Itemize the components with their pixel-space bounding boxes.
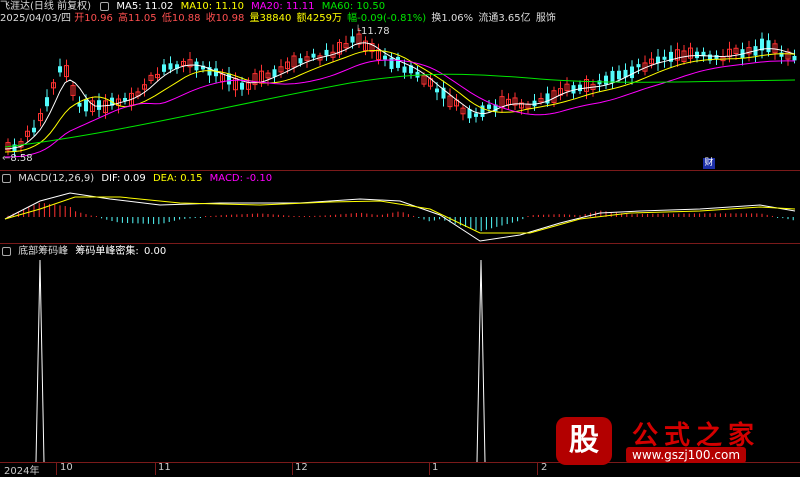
macd-chart[interactable] [0,185,800,243]
indicator-line-name: 筹码单峰密集: [75,246,139,257]
macd-value: MACD: -0.10 [209,173,273,184]
candle-body [396,56,400,68]
candle-body [604,75,608,85]
candle-body [435,88,439,93]
candle-body [766,40,771,53]
quote-float-value: 流通3.65亿 [478,13,531,24]
ma10-legend: MA10: 11.10 [180,1,244,12]
candle-body [662,56,667,60]
candle-body [610,70,615,83]
indicator-value: 0.00 [143,246,167,257]
chart-title[interactable]: 飞涯达(日线 前复权) [0,1,91,12]
indicator-title[interactable]: 底部筹码峰 [18,246,68,257]
xaxis-tick [155,463,156,475]
quote-row: 2025/04/03/四 开10.96 高11.05 低10.88 收10.98… [0,12,560,25]
dea-line [4,196,796,234]
financial-report-badge[interactable]: 财 [703,158,715,169]
candle-body [227,73,231,85]
dif-line [4,192,796,242]
ma20-line [4,59,796,158]
settings-square-icon[interactable] [2,246,11,256]
xaxis-label: 1 [432,462,439,473]
candle-body [77,102,82,107]
xaxis-label: 12 [295,462,308,473]
candle-body [630,66,634,79]
candle-body [58,66,62,73]
candle-body [383,55,387,60]
candle-body [194,61,199,71]
macd-header: MACD(12,26,9) DIF: 0.09 DEA: 0.15 MACD: … [0,172,276,185]
ma60-line [4,73,796,148]
quote-volume: 量38840 [249,13,292,24]
candle-body [32,127,36,133]
macd-title[interactable]: MACD(12,26,9) [18,173,94,184]
indicator-header: 底部筹码峰 筹码单峰密集: 0.00 [0,245,170,258]
candle-body [272,69,277,77]
chip-peak-spike [35,259,45,463]
candle-body [656,56,660,64]
ma5-legend: MA5: 11.02 [116,1,174,12]
candlestick-chart[interactable] [0,25,800,170]
candle-body [168,63,173,70]
candle-body [636,64,641,68]
macd-dea: DEA: 0.15 [152,173,203,184]
candle-body [792,55,797,61]
candle-body [617,70,621,80]
candle-body [578,84,582,92]
quote-low: 低10.88 [161,13,201,24]
ma20-legend: MA20: 11.11 [251,1,315,12]
settings-square-icon[interactable] [2,173,11,183]
chip-peak-spike [476,259,486,463]
xaxis-tick [429,463,430,475]
candle-body [402,66,407,73]
high-price-marker: └11.78 [355,26,390,37]
xaxis-label: 2 [541,462,548,473]
candle-body [240,82,244,90]
quote-sector[interactable]: 服饰 [536,13,556,24]
quote-turnover: 换1.06% [431,13,474,24]
xaxis-tick [292,463,293,475]
ma60-legend: MA60: 10.50 [321,1,386,12]
candle-body [97,100,101,110]
candle-body [311,53,316,58]
xaxis-tick [56,463,57,475]
candle-body [350,36,355,43]
candle-body [84,99,88,112]
quote-high: 高11.05 [118,13,157,24]
watermark-url: www.gszj100.com [626,447,747,463]
quote-open: 开10.96 [74,13,113,24]
candle-body [324,49,329,56]
candle-body [695,51,699,59]
quote-close: 收10.98 [205,13,245,24]
candle-body [487,104,491,109]
site-watermark-logo: 股 公式之家 www.gszj100.com [556,417,788,469]
candle-body [389,57,394,69]
watermark-badge: 股 [556,417,612,465]
settings-square-icon[interactable] [100,1,110,11]
candle-body [45,97,49,107]
quote-date: 2025/04/03/四 [0,13,72,24]
quote-amount: 额4259万 [296,13,342,24]
macd-dif: DIF: 0.09 [101,173,146,184]
candle-body [779,52,784,57]
candle-body [298,58,303,64]
candle-body [162,64,166,72]
quote-change: 幅-0.09(-0.81%) [347,13,427,24]
panel-separator [0,243,800,244]
xaxis-label: 10 [60,462,73,473]
candle-body [474,113,478,117]
low-price-marker: ←8.58 [2,153,33,164]
panel-separator [0,170,800,171]
candle-body [597,80,602,85]
xaxis-tick [537,463,538,475]
xaxis-label: 11 [158,462,171,473]
